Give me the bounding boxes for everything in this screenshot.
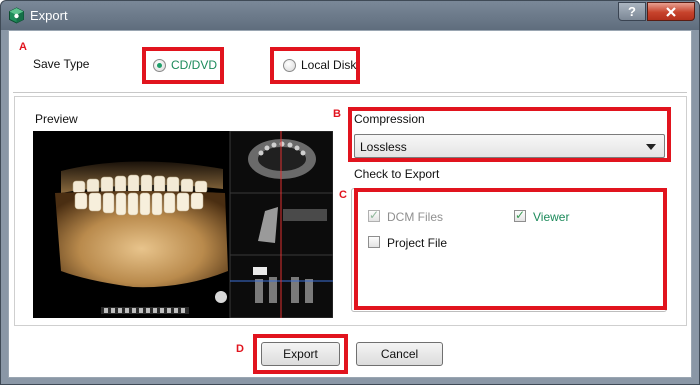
export-button[interactable]: Export xyxy=(261,342,340,366)
annotation-letter-d: D xyxy=(236,343,244,355)
project-file-label: Project File xyxy=(387,236,448,250)
compression-select-value: Lossless xyxy=(360,140,407,154)
preview-label: Preview xyxy=(35,112,78,126)
close-icon xyxy=(666,7,676,17)
dental-scan-preview-graphic xyxy=(33,131,333,318)
help-button[interactable]: ? xyxy=(618,2,646,21)
section-divider xyxy=(13,92,687,93)
window-title: Export xyxy=(30,8,68,23)
local-disk-label[interactable]: Local Disk xyxy=(301,58,356,72)
annotation-letter-b: B xyxy=(333,108,341,120)
save-type-label: Save Type xyxy=(33,57,90,71)
viewer-label: Viewer xyxy=(533,210,570,224)
close-button[interactable] xyxy=(647,2,695,21)
cd-dvd-radio[interactable] xyxy=(153,59,166,72)
cancel-button[interactable]: Cancel xyxy=(356,342,443,366)
chevron-down-icon xyxy=(646,144,656,150)
annotation-letter-c: C xyxy=(339,189,347,201)
annotation-letter-a: A xyxy=(19,41,27,53)
project-file-checkbox[interactable] xyxy=(368,236,380,248)
title-bar[interactable]: Export ? xyxy=(1,1,699,30)
preview-image xyxy=(33,131,333,318)
dcm-files-label: DCM Files xyxy=(387,210,443,224)
cd-dvd-label[interactable]: CD/DVD xyxy=(171,58,217,72)
viewer-checkbox[interactable] xyxy=(514,208,526,222)
app-cube-icon xyxy=(9,7,24,24)
compression-label: Compression xyxy=(354,112,425,126)
local-disk-radio[interactable] xyxy=(283,59,296,72)
check-to-export-label: Check to Export xyxy=(354,167,440,181)
compression-select[interactable]: Lossless xyxy=(354,134,665,158)
dcm-files-checkbox[interactable] xyxy=(368,208,380,222)
